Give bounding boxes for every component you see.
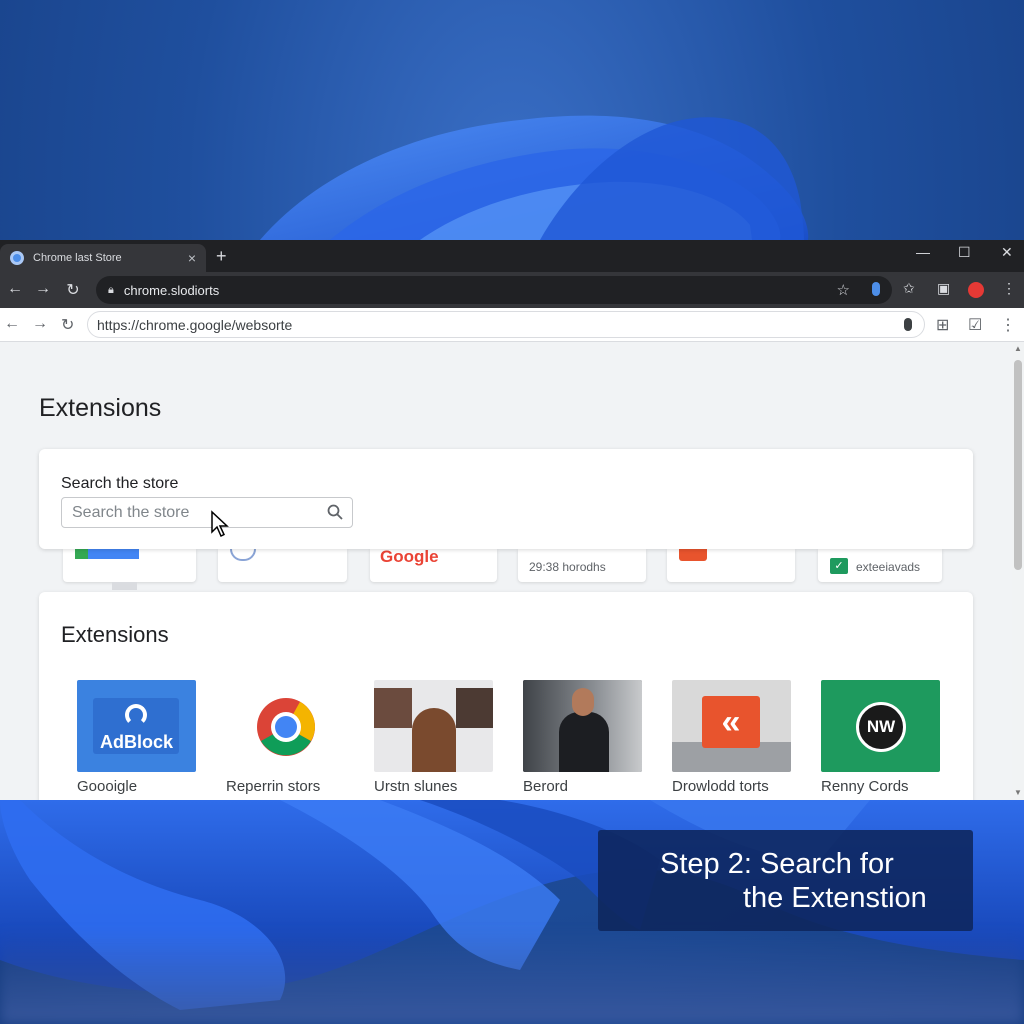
- wallpaper-fade: [0, 930, 1024, 1024]
- menu-dots-icon-2[interactable]: ⋮: [1000, 315, 1016, 335]
- extension-card-3[interactable]: Urstn slunes: [374, 680, 493, 795]
- extension-puzzle-icon[interactable]: ⊞: [936, 315, 949, 335]
- check-icon: ✓: [830, 558, 848, 574]
- person-suit: [559, 712, 609, 772]
- peek-card-6-text: exteeiavads: [856, 560, 921, 574]
- person-photo-right: [456, 688, 493, 728]
- scroll-thumb[interactable]: [1014, 360, 1022, 570]
- second-toolbar: ← → ↻ https://chrome.google/websorte ⊞ ☑…: [0, 308, 1024, 342]
- new-tab-button[interactable]: +: [216, 246, 227, 267]
- lock-icon: 🔒︎: [108, 283, 114, 296]
- search-box[interactable]: [61, 497, 353, 528]
- person-photo-left: [374, 688, 412, 728]
- address-bar-top[interactable]: 🔒︎ chrome.slodiorts ☆: [96, 276, 892, 304]
- extension-name-6: Renny Cords: [821, 778, 909, 795]
- extensions-heading: Extensions: [61, 622, 169, 647]
- address-text: https://chrome.google/websorte: [97, 316, 293, 333]
- address-bar[interactable]: https://chrome.google/websorte: [87, 311, 925, 338]
- extension-card-2[interactable]: Reperrin stors: [226, 680, 345, 795]
- forward-icon-2[interactable]: →: [32, 315, 48, 333]
- caption-line-2: the Extenstion: [743, 882, 927, 914]
- extension-thumb-4: [523, 680, 642, 772]
- peek-card-2[interactable]: [218, 549, 347, 582]
- extension-name-2: Reperrin stors: [226, 778, 321, 795]
- search-input[interactable]: [72, 504, 312, 522]
- peek-divider: [112, 582, 137, 590]
- extensions-panel: Extensions AdBlock Goooigle Reperrin sto…: [39, 592, 973, 800]
- step-caption: Step 2: Search for the Extenstion: [598, 830, 973, 931]
- extension-star-icon[interactable]: ✩: [903, 280, 915, 297]
- extension-thumb-6: NW: [821, 680, 940, 772]
- extension-card-5[interactable]: « Drowlodd torts: [672, 680, 791, 795]
- menu-dots-icon[interactable]: ⋮: [1002, 280, 1016, 297]
- extension-name-4: Berord: [523, 778, 569, 795]
- nw-logo-icon: NW: [856, 702, 906, 752]
- extension-thumb-3: [374, 680, 493, 772]
- adblock-icon: [125, 704, 147, 726]
- adblock-text: AdBlock: [99, 732, 173, 752]
- tab-bar: Chrome last Store × + — ☐ ✕: [0, 240, 1024, 272]
- peek-card-1-logo: [75, 549, 139, 559]
- maximize-button[interactable]: ☐: [958, 244, 971, 261]
- peek-card-4-text: 29:38 horodhs: [529, 560, 606, 574]
- tab-close-icon[interactable]: ×: [188, 250, 196, 266]
- search-label: Search the store: [61, 475, 179, 492]
- close-window-button[interactable]: ✕: [1001, 244, 1013, 261]
- page-content: Extensions Google 29:38 horodhs ✓ exteei…: [0, 342, 1012, 800]
- reload-icon-2[interactable]: ↻: [61, 315, 74, 335]
- extension-red-icon[interactable]: [968, 282, 984, 298]
- peek-card-3-text: Google: [380, 549, 439, 566]
- address-text-top: chrome.slodiorts: [123, 282, 220, 298]
- extension-thumb-1: AdBlock: [77, 680, 196, 772]
- extension-card-4[interactable]: Berord: [523, 680, 642, 795]
- person-face: [572, 688, 594, 716]
- minimize-button[interactable]: —: [916, 244, 930, 260]
- peek-card-5-logo: [679, 549, 707, 561]
- peek-card-1[interactable]: [63, 549, 196, 582]
- scrollbar[interactable]: ▲ ▼: [1012, 342, 1024, 800]
- peek-card-4[interactable]: 29:38 horodhs: [518, 549, 646, 582]
- extension-card-1[interactable]: AdBlock Goooigle: [77, 680, 196, 795]
- extension-thumb-2: [226, 680, 345, 772]
- back-icon[interactable]: ←: [0, 280, 30, 298]
- caption-line-1: Step 2: Search for: [660, 848, 894, 880]
- extension-name-3: Urstn slunes: [374, 778, 458, 795]
- forward-icon[interactable]: →: [28, 280, 58, 298]
- mouse-cursor-icon: [211, 510, 229, 538]
- top-toolbar: ← → ↻ 🔒︎ chrome.slodiorts ☆: [0, 272, 1024, 308]
- mic-icon[interactable]: [872, 282, 880, 296]
- back-icon-2[interactable]: ←: [4, 315, 20, 333]
- tab-chrome-store[interactable]: Chrome last Store ×: [0, 244, 206, 272]
- scroll-up-icon[interactable]: ▲: [1014, 344, 1022, 353]
- extension-checkbox-icon[interactable]: ☑: [968, 315, 982, 335]
- page-title: Extensions: [39, 394, 162, 422]
- chrome-logo-icon: [257, 698, 315, 756]
- extension-square-icon[interactable]: ▣: [937, 280, 950, 297]
- scroll-down-icon[interactable]: ▼: [1014, 788, 1022, 797]
- peek-card-2-logo: [230, 549, 256, 561]
- extension-name-5: Drowlodd torts: [672, 778, 769, 795]
- chrome-favicon-icon: [10, 251, 24, 265]
- double-chevron-icon: «: [702, 696, 760, 748]
- reload-icon[interactable]: ↻: [58, 280, 88, 300]
- browser-window: Chrome last Store × + — ☐ ✕ ← → ↻ 🔒︎ chr…: [0, 240, 1024, 800]
- person-photo-center: [412, 708, 456, 772]
- extension-thumb-5: «: [672, 680, 791, 772]
- extension-card-6[interactable]: NW Renny Cords: [821, 680, 940, 795]
- bookmark-star-icon[interactable]: ☆: [837, 281, 850, 299]
- peek-card-6[interactable]: ✓ exteeiavads: [818, 549, 942, 582]
- peek-card-5[interactable]: [667, 549, 795, 582]
- search-card: Search the store: [39, 449, 973, 549]
- extension-name-1: Goooigle: [77, 778, 138, 795]
- search-icon[interactable]: [326, 503, 344, 521]
- tab-title: Chrome last Store: [33, 252, 122, 264]
- mic-icon-2[interactable]: [904, 318, 912, 331]
- peek-card-3[interactable]: Google: [370, 549, 497, 582]
